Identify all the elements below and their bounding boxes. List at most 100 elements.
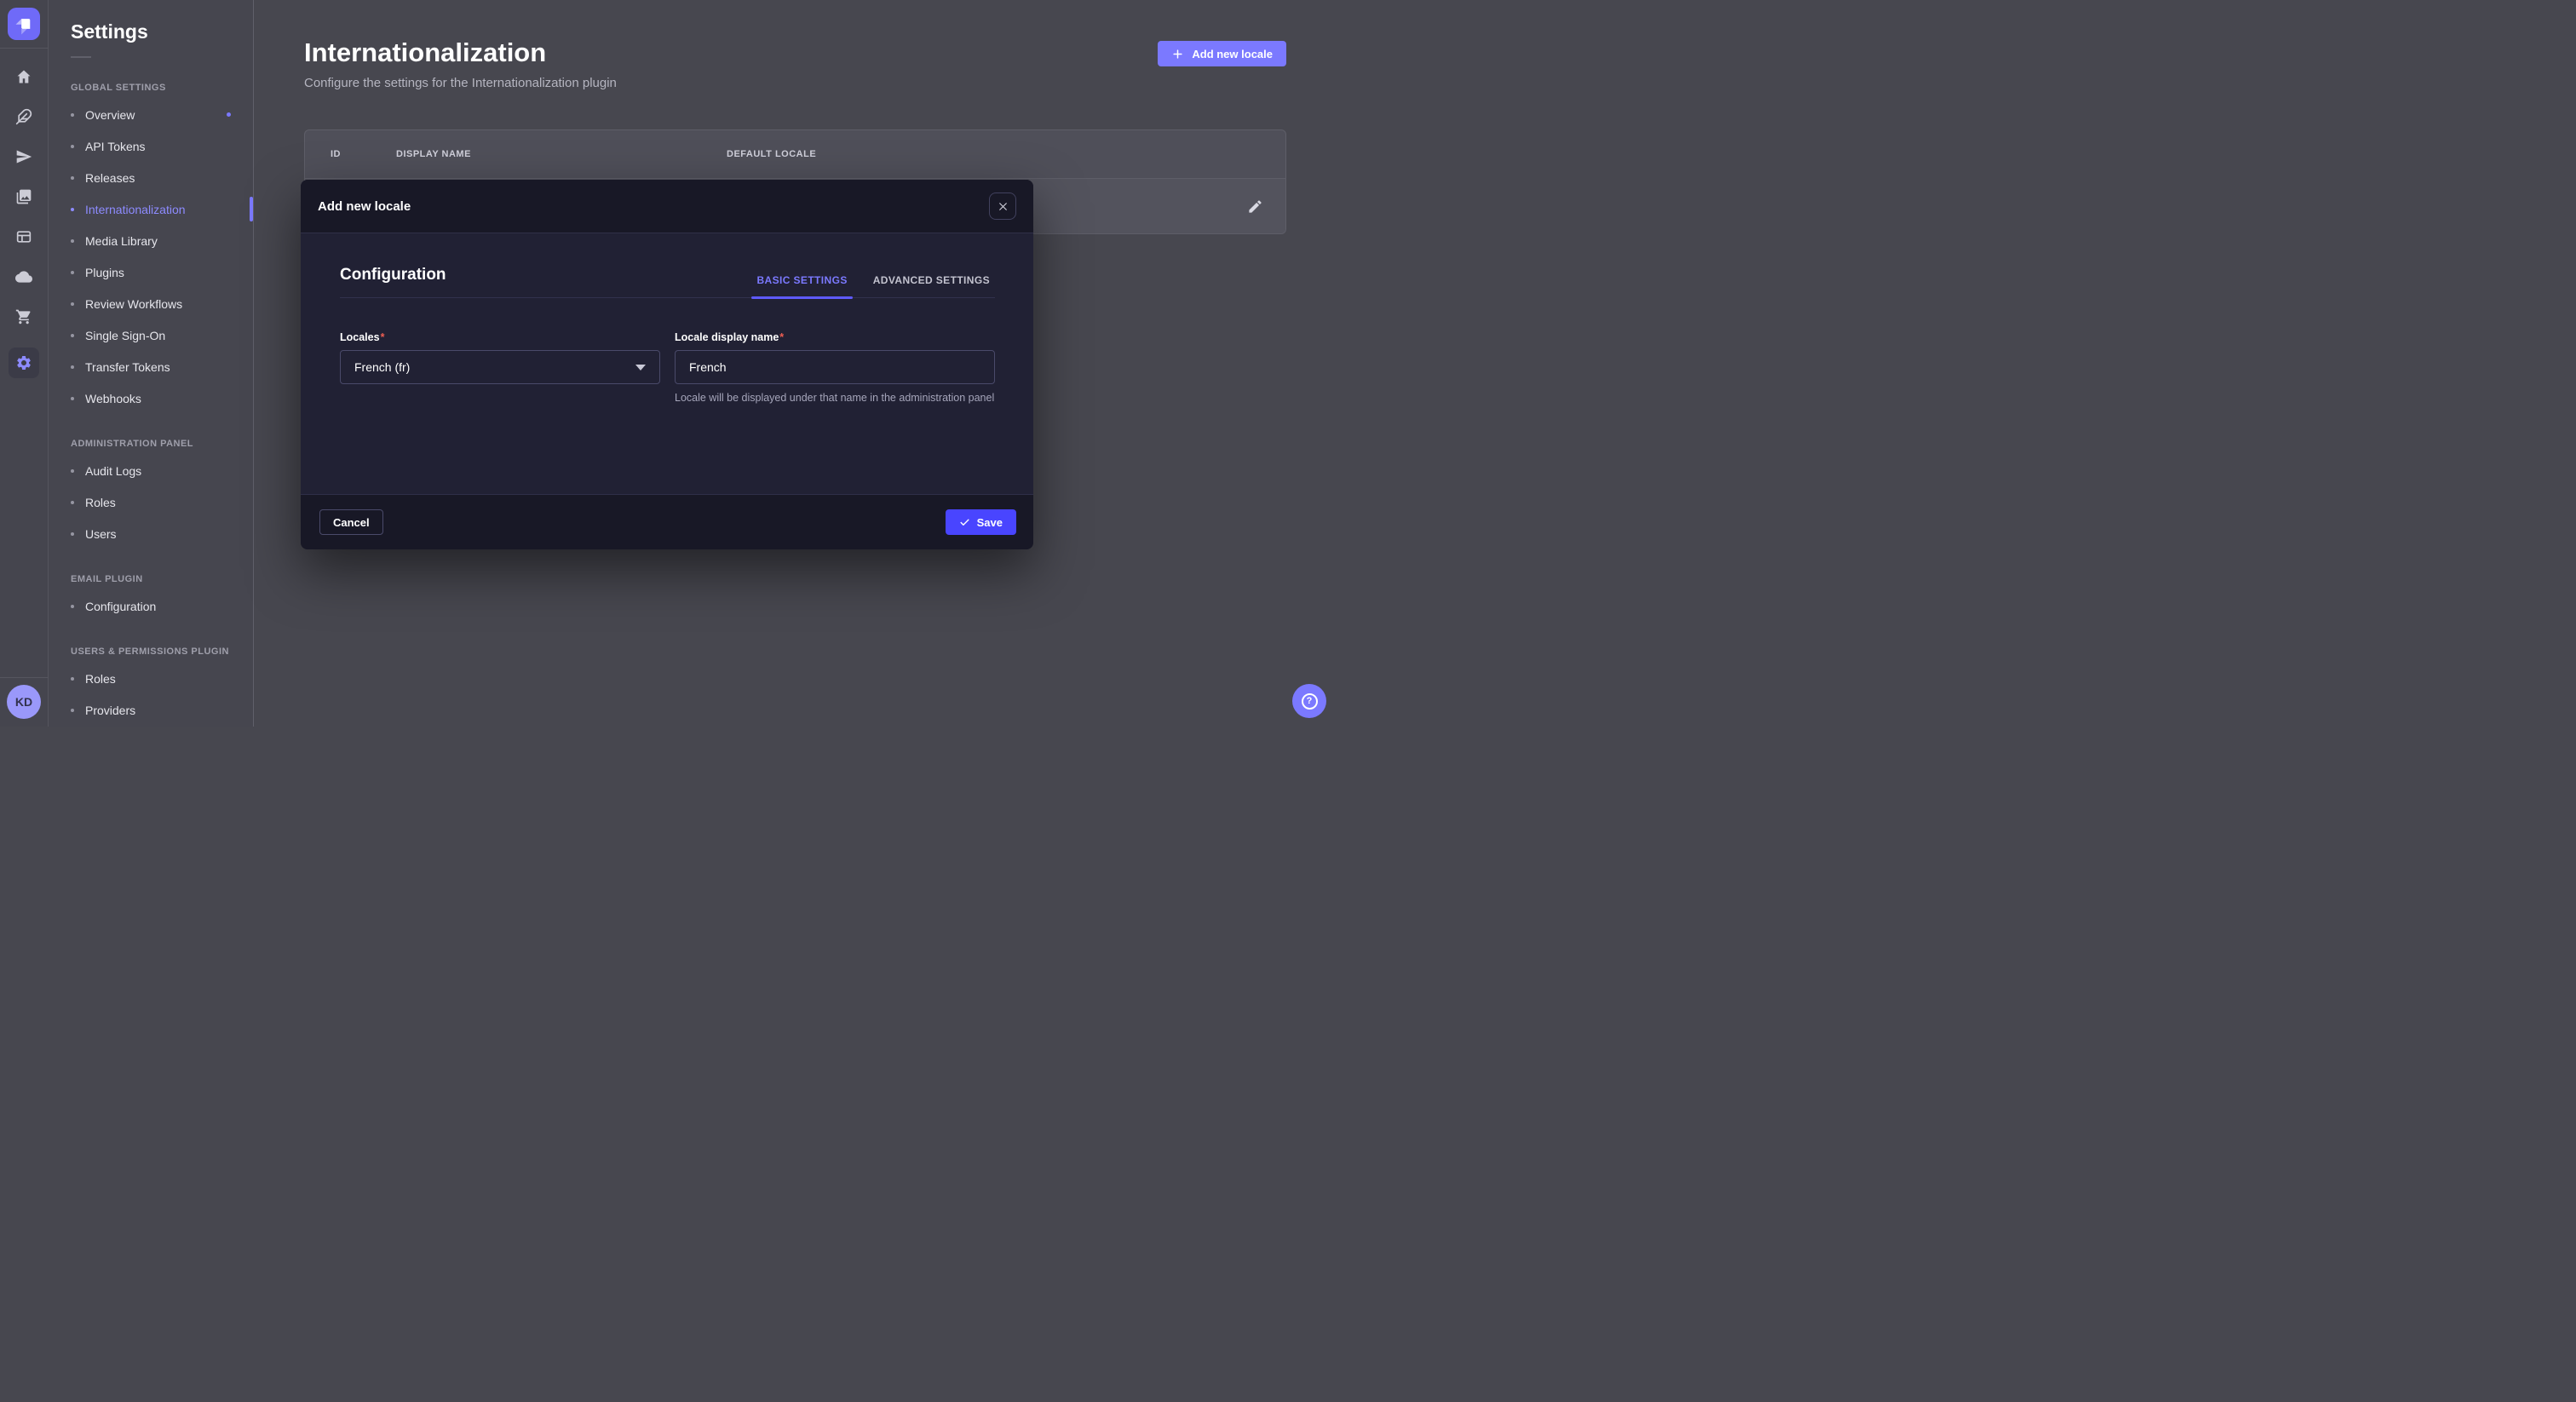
sidebar-item-admin-roles[interactable]: Roles bbox=[49, 486, 253, 518]
sidebar-item-label: Review Workflows bbox=[85, 297, 182, 311]
column-header-id: ID bbox=[331, 149, 396, 159]
sidebar-item-up-providers[interactable]: Providers bbox=[49, 694, 253, 726]
sidebar-item-label: Releases bbox=[85, 171, 135, 185]
column-header-display-name: DISPLAY NAME bbox=[396, 149, 727, 159]
sidebar-item-label: Plugins bbox=[85, 266, 124, 279]
main-nav-rail: KD bbox=[0, 0, 49, 727]
settings-subnav: Settings GLOBAL SETTINGS Overview API To… bbox=[49, 0, 254, 727]
page-header-text: Internationalization Configure the setti… bbox=[304, 37, 617, 90]
sidebar-item-media-library[interactable]: Media Library bbox=[49, 225, 253, 256]
sidebar-item-up-roles[interactable]: Roles bbox=[49, 663, 253, 694]
display-name-label-text: Locale display name bbox=[675, 331, 779, 343]
section-label: EMAIL PLUGIN bbox=[71, 574, 231, 584]
save-button[interactable]: Save bbox=[946, 509, 1016, 535]
sidebar-item-transfer-tokens[interactable]: Transfer Tokens bbox=[49, 351, 253, 382]
edit-pencil-icon[interactable] bbox=[1247, 198, 1263, 215]
display-name-hint: Locale will be displayed under that name… bbox=[675, 391, 995, 405]
subnav-section-admin-panel: ADMINISTRATION PANEL Audit Logs Roles Us… bbox=[49, 439, 253, 549]
locales-label: Locales* bbox=[340, 331, 384, 343]
rail-divider bbox=[0, 48, 48, 49]
locales-select-value: French (fr) bbox=[354, 360, 410, 374]
feather-icon[interactable] bbox=[14, 107, 33, 126]
sidebar-item-email-configuration[interactable]: Configuration bbox=[49, 590, 253, 622]
cancel-button[interactable]: Cancel bbox=[319, 509, 383, 535]
question-mark-icon: ? bbox=[1302, 693, 1318, 710]
display-name-label: Locale display name* bbox=[675, 331, 784, 343]
save-label: Save bbox=[977, 516, 1003, 529]
cloud-icon[interactable] bbox=[14, 267, 33, 286]
sidebar-item-webhooks[interactable]: Webhooks bbox=[49, 382, 253, 414]
layout-icon[interactable] bbox=[14, 227, 33, 246]
sidebar-item-internationalization[interactable]: Internationalization bbox=[49, 193, 253, 225]
configuration-header-row: Configuration BASIC SETTINGS ADVANCED SE… bbox=[340, 266, 995, 298]
modal-title: Add new locale bbox=[318, 199, 411, 214]
configuration-title: Configuration bbox=[340, 266, 446, 297]
modal-header: Add new locale bbox=[301, 180, 1033, 233]
settings-tabs: BASIC SETTINGS ADVANCED SETTINGS bbox=[751, 274, 995, 297]
locales-label-text: Locales bbox=[340, 331, 380, 343]
cart-icon[interactable] bbox=[14, 307, 33, 326]
section-label: GLOBAL SETTINGS bbox=[71, 83, 231, 93]
rail-bottom: KD bbox=[0, 669, 48, 727]
tab-basic-settings[interactable]: BASIC SETTINGS bbox=[751, 274, 852, 297]
subnav-title-rule bbox=[71, 56, 91, 58]
sidebar-item-users[interactable]: Users bbox=[49, 518, 253, 549]
notification-dot-icon bbox=[227, 112, 231, 117]
form-fields: Locales* French (fr) Locale display name… bbox=[340, 330, 995, 416]
sidebar-item-label: Users bbox=[85, 527, 117, 541]
gear-icon[interactable] bbox=[9, 348, 39, 378]
sidebar-item-label: API Tokens bbox=[85, 140, 146, 153]
avatar[interactable]: KD bbox=[7, 685, 41, 719]
sidebar-item-audit-logs[interactable]: Audit Logs bbox=[49, 455, 253, 486]
add-locale-modal: Add new locale Configuration BASIC SETTI… bbox=[301, 180, 1033, 549]
plus-icon bbox=[1171, 48, 1184, 60]
sidebar-item-label: Overview bbox=[85, 108, 135, 122]
sidebar-item-plugins[interactable]: Plugins bbox=[49, 256, 253, 288]
sidebar-item-label: Media Library bbox=[85, 234, 158, 248]
sidebar-item-label: Transfer Tokens bbox=[85, 360, 170, 374]
locales-select[interactable]: French (fr) bbox=[340, 350, 660, 384]
rail-icon-nav bbox=[9, 67, 39, 378]
home-icon[interactable] bbox=[14, 67, 33, 86]
sidebar-item-label: Single Sign-On bbox=[85, 329, 165, 342]
subnav-section-global: GLOBAL SETTINGS Overview API Tokens Rele… bbox=[49, 83, 253, 414]
sidebar-item-label: Internationalization bbox=[85, 203, 186, 216]
page-header: Internationalization Configure the setti… bbox=[304, 37, 1286, 90]
check-icon bbox=[959, 517, 970, 528]
sidebar-item-releases[interactable]: Releases bbox=[49, 162, 253, 193]
sidebar-item-review-workflows[interactable]: Review Workflows bbox=[49, 288, 253, 319]
add-new-locale-label: Add new locale bbox=[1192, 48, 1273, 60]
paper-plane-icon[interactable] bbox=[14, 147, 33, 166]
modal-footer: Cancel Save bbox=[301, 494, 1033, 549]
media-library-icon[interactable] bbox=[14, 187, 33, 206]
subnav-section-users-permissions: USERS & PERMISSIONS PLUGIN Roles Provide… bbox=[49, 646, 253, 726]
chevron-down-icon bbox=[635, 365, 646, 371]
sidebar-item-api-tokens[interactable]: API Tokens bbox=[49, 130, 253, 162]
add-new-locale-button[interactable]: Add new locale bbox=[1158, 41, 1286, 66]
sidebar-item-overview[interactable]: Overview bbox=[49, 99, 253, 130]
sidebar-item-label: Roles bbox=[85, 496, 116, 509]
page-title: Internationalization bbox=[304, 37, 617, 68]
strapi-logo[interactable] bbox=[8, 8, 40, 40]
sidebar-item-label: Roles bbox=[85, 672, 116, 686]
subnav-section-email-plugin: EMAIL PLUGIN Configuration bbox=[49, 574, 253, 622]
modal-body: Configuration BASIC SETTINGS ADVANCED SE… bbox=[301, 233, 1033, 494]
required-asterisk: * bbox=[381, 331, 385, 343]
table-header-row: ID DISPLAY NAME DEFAULT LOCALE bbox=[305, 130, 1285, 178]
required-asterisk: * bbox=[779, 331, 784, 343]
subnav-title: Settings bbox=[71, 20, 253, 43]
section-label: USERS & PERMISSIONS PLUGIN bbox=[71, 646, 231, 657]
sidebar-item-label: Webhooks bbox=[85, 392, 141, 405]
sidebar-item-label: Providers bbox=[85, 704, 135, 717]
sidebar-item-single-sign-on[interactable]: Single Sign-On bbox=[49, 319, 253, 351]
locales-field: Locales* French (fr) bbox=[340, 330, 660, 416]
rail-divider bbox=[0, 677, 48, 678]
help-button[interactable]: ? bbox=[1292, 684, 1326, 718]
sidebar-item-label: Audit Logs bbox=[85, 464, 141, 478]
display-name-input[interactable] bbox=[675, 350, 995, 384]
sidebar-item-label: Configuration bbox=[85, 600, 156, 613]
column-header-default-locale: DEFAULT LOCALE bbox=[727, 149, 1265, 159]
tab-advanced-settings[interactable]: ADVANCED SETTINGS bbox=[868, 274, 995, 297]
close-icon[interactable] bbox=[989, 192, 1016, 220]
display-name-field: Locale display name* Locale will be disp… bbox=[675, 330, 995, 416]
